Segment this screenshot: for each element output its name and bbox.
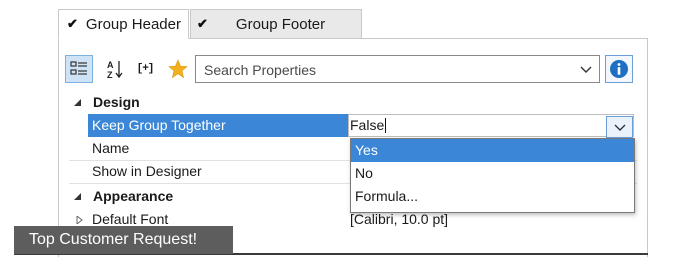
star-icon bbox=[168, 59, 188, 79]
collapse-triangle-icon[interactable] bbox=[74, 193, 82, 201]
dropdown-option-formula[interactable]: Formula... bbox=[351, 185, 634, 208]
categorized-icon bbox=[70, 61, 87, 75]
tab-group-header[interactable]: ✔ Group Header bbox=[58, 9, 189, 39]
category-design[interactable]: Design bbox=[69, 91, 637, 114]
search-input[interactable] bbox=[202, 57, 576, 83]
chevron-down-icon[interactable] bbox=[579, 62, 593, 76]
properties-toolbar: A Z [+] bbox=[65, 55, 643, 85]
svg-text:Z: Z bbox=[107, 70, 113, 79]
check-icon: ✔ bbox=[197, 16, 208, 31]
property-value: False bbox=[350, 117, 387, 133]
chevron-down-icon bbox=[614, 124, 625, 131]
property-name: Show in Designer bbox=[92, 163, 202, 179]
svg-text:A: A bbox=[107, 60, 114, 70]
info-icon bbox=[610, 60, 628, 78]
property-name: Name bbox=[92, 140, 130, 156]
add-property-button[interactable]: [+] bbox=[131, 55, 159, 83]
collapse-triangle-icon[interactable] bbox=[74, 99, 82, 107]
check-icon: ✔ bbox=[67, 16, 78, 31]
property-value-editor[interactable] bbox=[348, 114, 634, 137]
callout-badge: Top Customer Request! bbox=[14, 226, 233, 254]
dropdown-option-yes[interactable]: Yes bbox=[351, 139, 634, 162]
tab-group-header-label: Group Header bbox=[85, 15, 181, 33]
favorites-button[interactable] bbox=[164, 55, 192, 83]
dropdown-option-no[interactable]: No bbox=[351, 162, 634, 185]
expand-triangle-icon[interactable] bbox=[76, 216, 83, 224]
value-dropdown-list: Yes No Formula... bbox=[350, 138, 635, 213]
category-label: Appearance bbox=[93, 188, 174, 204]
alphabetical-sort-button[interactable]: A Z bbox=[101, 55, 129, 83]
info-button[interactable] bbox=[605, 55, 633, 83]
search-properties-box[interactable] bbox=[195, 55, 600, 83]
property-row-keep-group-together[interactable]: Keep Group Together False bbox=[69, 114, 637, 137]
property-name: Keep Group Together bbox=[92, 117, 226, 133]
tab-group-footer-label: Group Footer bbox=[235, 15, 326, 33]
tab-group-footer[interactable]: ✔ Group Footer bbox=[190, 9, 362, 39]
sort-az-icon: A Z bbox=[107, 60, 123, 79]
categorized-view-button[interactable] bbox=[65, 55, 93, 83]
text-caret bbox=[385, 118, 387, 133]
category-label: Design bbox=[93, 94, 140, 110]
value-dropdown-button[interactable] bbox=[606, 116, 633, 138]
